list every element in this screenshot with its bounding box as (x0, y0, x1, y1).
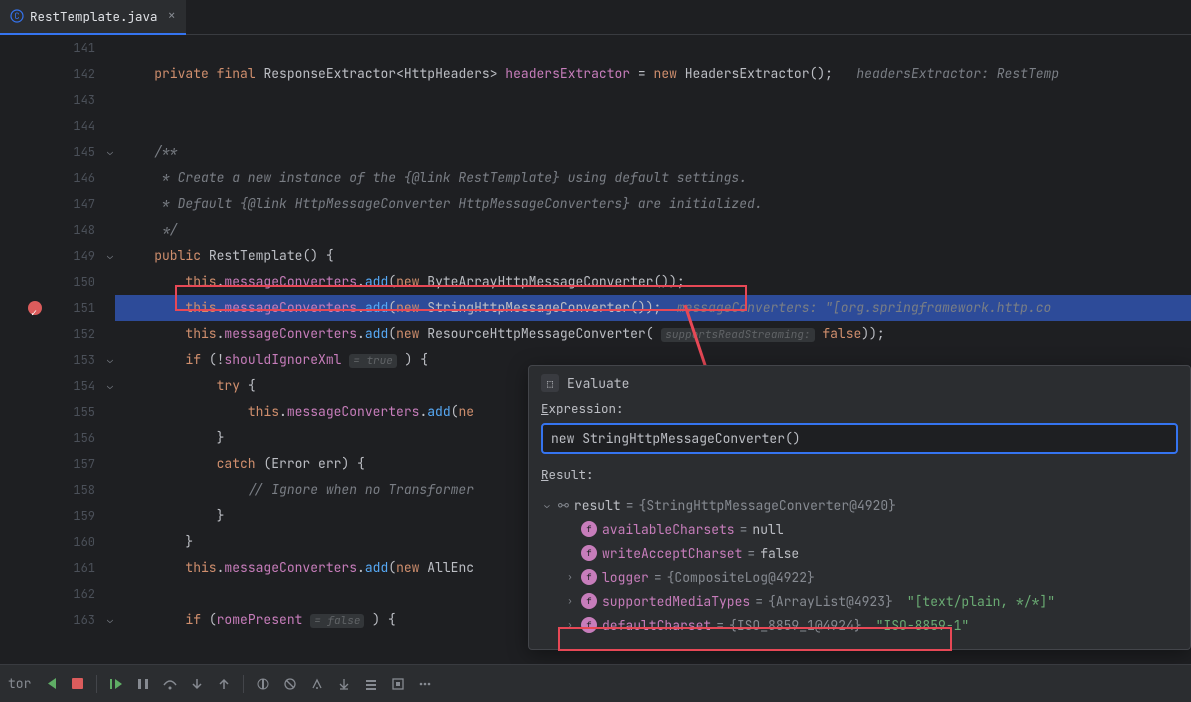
field-row[interactable]: › f defaultCharset = {ISO_8859_1@4924} "… (541, 613, 1178, 637)
line-num: 154⌄ (0, 373, 95, 399)
line-num: 163⌄ (0, 607, 95, 633)
chevron-down-icon[interactable]: ⌄ (107, 347, 113, 373)
chevron-down-icon[interactable]: ⌄ (107, 607, 113, 633)
evaluate-popup: ⬚ Evaluate Expression: Result: ⌄ ⚯ resul… (528, 365, 1191, 650)
line-num: 152 (0, 321, 95, 347)
gutter: 141 142 143 144 145⌄ 146 147 148 149⌄ 15… (0, 35, 115, 664)
line-num: 156 (0, 425, 95, 451)
evaluate-icon: ⬚ (541, 374, 559, 392)
chevron-down-icon[interactable]: ⌄ (541, 499, 553, 511)
line-num: 149⌄ (0, 243, 95, 269)
result-tree: ⌄ ⚯ result = {StringHttpMessageConverter… (529, 489, 1190, 649)
step-into-button[interactable] (185, 672, 209, 696)
more-button[interactable] (413, 672, 437, 696)
line-num: 157 (0, 451, 95, 477)
field-row[interactable]: f availableCharsets = null (541, 517, 1178, 541)
expression-label: Expression: (529, 400, 1190, 423)
file-tab[interactable]: C RestTemplate.java × (0, 0, 186, 35)
pause-button[interactable] (131, 672, 155, 696)
trace-button[interactable] (305, 672, 329, 696)
resume-button[interactable] (104, 672, 128, 696)
chevron-right-icon[interactable]: › (564, 619, 576, 631)
tor-label: tor (8, 675, 31, 692)
tab-bar: C RestTemplate.java × (0, 0, 1191, 35)
line-num: 147 (0, 191, 95, 217)
evaluate-header: ⬚ Evaluate (529, 366, 1190, 400)
field-row[interactable]: › f supportedMediaTypes = {ArrayList@492… (541, 589, 1178, 613)
line-num: 155 (0, 399, 95, 425)
field-icon: f (581, 545, 597, 561)
chevron-right-icon[interactable]: › (564, 595, 576, 607)
line-num: 145⌄ (0, 139, 95, 165)
step-out-button[interactable] (212, 672, 236, 696)
chevron-right-icon[interactable]: › (564, 571, 576, 583)
line-num: 144 (0, 113, 95, 139)
stop-button[interactable] (65, 672, 89, 696)
step-over-button[interactable] (158, 672, 182, 696)
debug-toolbar: tor (0, 664, 1191, 702)
field-icon: f (581, 569, 597, 585)
memory-button[interactable] (386, 672, 410, 696)
line-num: 159 (0, 503, 95, 529)
chevron-down-icon[interactable]: ⌄ (107, 373, 113, 399)
line-num: 150 (0, 269, 95, 295)
line-num: 146 (0, 165, 95, 191)
field-icon: f (581, 593, 597, 609)
breakpoint-icon[interactable] (28, 301, 42, 315)
field-icon: f (581, 617, 597, 633)
line-num: 161 (0, 555, 95, 581)
field-icon: f (581, 521, 597, 537)
line-num: 142 (0, 61, 95, 87)
line-num: 148 (0, 217, 95, 243)
svg-text:C: C (14, 10, 19, 22)
line-num: 158 (0, 477, 95, 503)
field-row[interactable]: f writeAcceptCharset = false (541, 541, 1178, 565)
expression-input[interactable] (541, 423, 1178, 454)
chevron-down-icon[interactable]: ⌄ (107, 243, 113, 269)
reset-frame-button[interactable] (332, 672, 356, 696)
evaluate-expression-button[interactable] (278, 672, 302, 696)
tab-label: RestTemplate.java (30, 8, 158, 25)
line-num: 143 (0, 87, 95, 113)
line-num: 160 (0, 529, 95, 555)
result-root[interactable]: ⌄ ⚯ result = {StringHttpMessageConverter… (541, 493, 1178, 517)
close-icon[interactable]: × (168, 7, 176, 25)
field-row[interactable]: › f logger = {CompositeLog@4922} (541, 565, 1178, 589)
run-to-cursor-button[interactable] (251, 672, 275, 696)
chevron-down-icon[interactable]: ⌄ (107, 139, 113, 165)
result-label: Result: (529, 466, 1190, 489)
line-num: 141 (0, 35, 95, 61)
link-icon: ⚯ (558, 497, 569, 514)
class-icon: C (10, 9, 24, 23)
line-num: 153⌄ (0, 347, 95, 373)
rerun-button[interactable] (38, 672, 62, 696)
evaluate-title: Evaluate (567, 375, 629, 392)
line-num: 151 (0, 295, 95, 321)
line-num: 162 (0, 581, 95, 607)
threads-button[interactable] (359, 672, 383, 696)
